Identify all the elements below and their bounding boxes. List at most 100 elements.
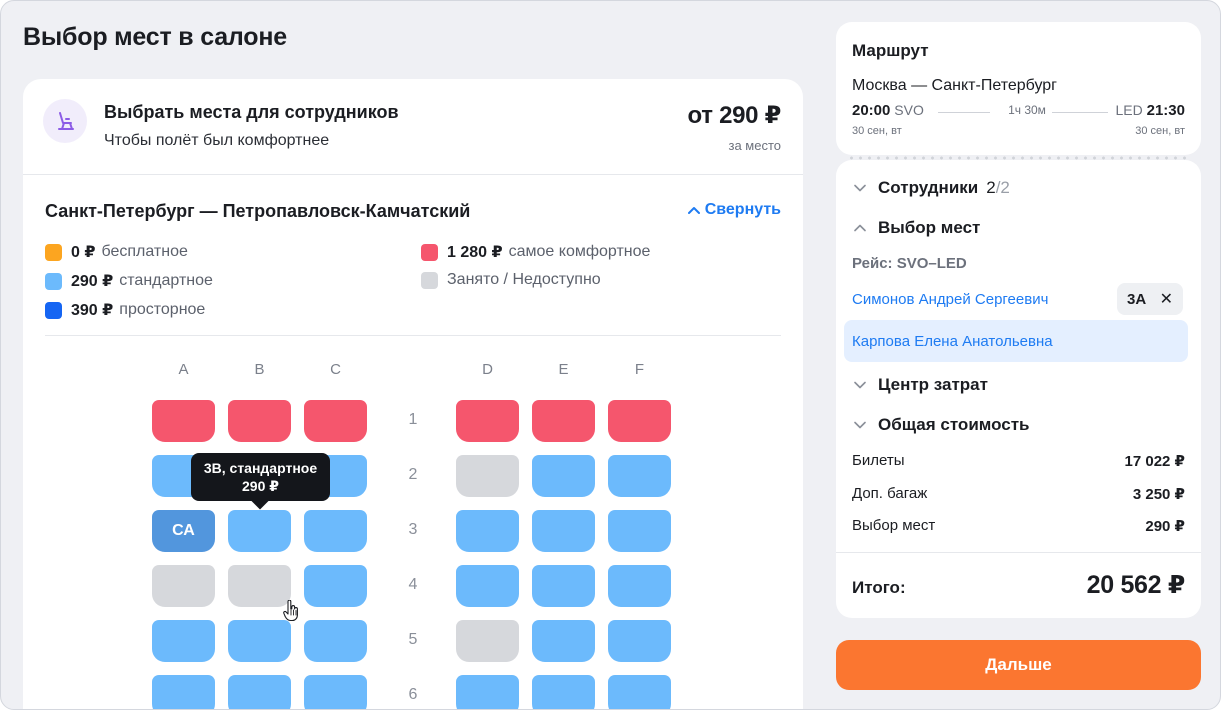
legend-price: 390 ₽ — [71, 302, 114, 319]
seat[interactable] — [456, 675, 519, 709]
seat[interactable] — [532, 620, 595, 662]
route-line-left — [938, 112, 990, 113]
seat[interactable] — [304, 565, 367, 607]
passenger-item-active[interactable]: Карпова Елена Анатольевна — [844, 320, 1188, 362]
arrival-code: LED — [1115, 102, 1143, 118]
collapse-button[interactable]: Свернуть — [687, 201, 781, 219]
seat[interactable] — [532, 400, 595, 442]
legend-label: самое комфортное — [508, 243, 651, 260]
legend-item: 390 ₽ просторное — [45, 300, 205, 320]
promo-price-unit: за место — [728, 138, 781, 153]
total-cost-toggle[interactable]: Общая стоимость — [854, 415, 1030, 435]
total-value: 20 562 ₽ — [1086, 571, 1186, 599]
seat-row-number: 4 — [408, 576, 418, 593]
seatmap-route: Санкт-Петербург — Петропавловск-Камчатск… — [45, 201, 471, 221]
legend-label: просторное — [119, 301, 206, 318]
seat-row-number: 6 — [408, 686, 418, 703]
passenger-name: Карпова Елена Анатольевна — [852, 332, 1053, 350]
next-button[interactable]: Дальше — [836, 640, 1201, 690]
divider — [836, 552, 1201, 553]
seat[interactable] — [456, 510, 519, 552]
seat[interactable] — [304, 675, 367, 709]
promo-price: от 290 ₽ — [687, 102, 782, 129]
seat-row-number: 3 — [408, 521, 418, 538]
seat-row-number: 2 — [408, 466, 418, 483]
seat[interactable] — [456, 400, 519, 442]
arrival-time: 21:30 — [1146, 102, 1185, 119]
seat[interactable] — [304, 400, 367, 442]
chevron-up-icon — [854, 224, 866, 232]
seat[interactable] — [608, 675, 671, 709]
seat-tooltip: 3B, стандартное 290 ₽ — [191, 453, 330, 510]
route-card: Маршрут Москва — Санкт-Петербург 20:00 S… — [836, 22, 1201, 155]
route-line-right — [1052, 112, 1108, 113]
seat[interactable] — [532, 565, 595, 607]
employees-count-total: /2 — [995, 178, 1010, 197]
departure-code: SVO — [894, 102, 924, 118]
seatmap-card: Выбрать места для сотрудников Чтобы полё… — [23, 79, 803, 709]
seat-column-label: A — [178, 361, 189, 378]
seat[interactable] — [228, 400, 291, 442]
seats-section-toggle[interactable]: Выбор мест — [854, 218, 980, 238]
seat-column-label: B — [254, 361, 265, 378]
promo-title: Выбрать места для сотрудников — [104, 102, 399, 122]
collapse-label: Свернуть — [704, 201, 781, 218]
hand-cursor-icon — [283, 600, 298, 622]
close-icon[interactable]: ✕ — [1160, 289, 1173, 309]
tooltip-arrow — [251, 492, 269, 510]
arrival-date: 30 сен, вт — [1135, 125, 1185, 137]
seat[interactable] — [532, 455, 595, 497]
seat[interactable] — [608, 510, 671, 552]
arrival: LED 21:30 — [1116, 102, 1186, 119]
flight-label: Рейс: SVO–LED — [852, 255, 967, 272]
route-card-title: Маршрут — [852, 41, 929, 60]
legend-item: 290 ₽ стандартное — [45, 271, 213, 291]
chevron-up-icon — [687, 207, 700, 214]
cost-center-toggle[interactable]: Центр затрат — [854, 375, 988, 395]
legend-item: 1 280 ₽ самое комфортное — [421, 242, 650, 262]
seats-section-label: Выбор мест — [878, 218, 981, 237]
total-cost-label: Общая стоимость — [878, 415, 1030, 434]
legend-item: 0 ₽ бесплатное — [45, 242, 188, 262]
legend-label: бесплатное — [101, 243, 188, 260]
seat[interactable] — [608, 400, 671, 442]
cost-label: Доп. багаж — [852, 485, 928, 502]
legend-label: стандартное — [119, 272, 213, 289]
legend-swatch — [421, 243, 438, 261]
seat[interactable] — [608, 565, 671, 607]
seat[interactable] — [608, 620, 671, 662]
seat[interactable] — [608, 455, 671, 497]
seat-selected[interactable]: СА — [152, 510, 215, 552]
cost-row: Выбор мест 290 ₽ — [852, 517, 1185, 535]
seat[interactable] — [304, 510, 367, 552]
seat[interactable] — [228, 675, 291, 709]
legend-swatch — [45, 243, 62, 261]
chevron-down-icon — [854, 421, 866, 429]
seat[interactable] — [456, 565, 519, 607]
seat[interactable] — [152, 675, 215, 709]
seat — [152, 565, 215, 607]
cost-value: 17 022 ₽ — [1124, 453, 1185, 470]
seat[interactable] — [228, 510, 291, 552]
seat-icon — [43, 99, 87, 143]
chevron-down-icon — [854, 381, 866, 389]
seat[interactable] — [532, 510, 595, 552]
seat — [456, 620, 519, 662]
seat[interactable] — [304, 620, 367, 662]
seat[interactable] — [532, 675, 595, 709]
app-frame: Выбор мест в салоне Выбрать места для со… — [0, 0, 1221, 710]
seat[interactable] — [152, 620, 215, 662]
seat-row-number: 5 — [408, 631, 418, 648]
employees-label: Сотрудники — [878, 178, 979, 197]
legend-swatch — [45, 301, 62, 319]
seat-column-label: E — [558, 361, 569, 378]
cost-row: Билеты 17 022 ₽ — [852, 452, 1185, 470]
employees-section-toggle[interactable]: Сотрудники 2/2 — [854, 178, 1010, 198]
seat[interactable] — [152, 400, 215, 442]
seat[interactable] — [228, 620, 291, 662]
cost-label: Билеты — [852, 452, 905, 469]
legend-swatch — [421, 271, 438, 289]
seat-column-label: C — [330, 361, 341, 378]
legend-label: Занято / Недоступно — [447, 271, 601, 288]
cost-value: 3 250 ₽ — [1132, 486, 1185, 503]
